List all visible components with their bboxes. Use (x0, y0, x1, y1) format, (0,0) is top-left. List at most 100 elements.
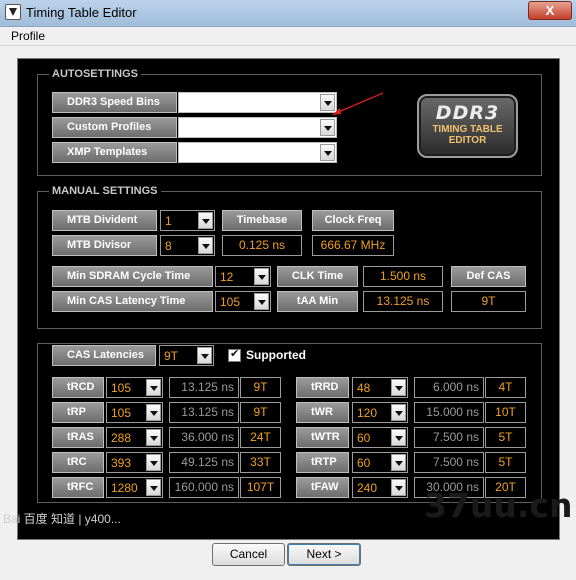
supported-checkbox[interactable] (228, 347, 241, 362)
chevron-down-icon[interactable] (146, 454, 161, 471)
def-cas-label: Def CAS (451, 266, 526, 287)
chevron-down-icon[interactable] (320, 119, 335, 136)
timing-ns: 7.500 ns (414, 427, 484, 448)
timing-t: 24T (240, 427, 281, 448)
timing-select[interactable]: 393 (106, 452, 163, 473)
timebase-label: Timebase (222, 210, 302, 231)
timing-select[interactable]: 48 (352, 377, 408, 398)
timing-t: 9T (240, 377, 281, 398)
chevron-down-icon[interactable] (146, 379, 161, 396)
supported-label: Supported (246, 348, 306, 362)
mtb-divisor-label: MTB Divisor (52, 235, 157, 256)
clk-time-value: 1.500 ns (363, 266, 443, 287)
ddr3-speed-bins-label: DDR3 Speed Bins (52, 92, 177, 113)
xmp-templates-select[interactable] (178, 142, 337, 163)
timing-t: 5T (485, 452, 526, 473)
cas-latencies-select[interactable]: 9T (159, 345, 214, 366)
chevron-down-icon[interactable] (391, 429, 406, 446)
timing-label: tWR (296, 402, 349, 423)
mtb-divident-select[interactable]: 1 (160, 210, 215, 231)
mtb-divisor-value: 8 (165, 239, 172, 253)
timing-select[interactable]: 120 (352, 402, 408, 423)
timing-label: tFAW (296, 477, 349, 498)
logo-line3: EDITOR (448, 135, 487, 146)
timing-ns: 13.125 ns (169, 402, 239, 423)
min-cas-latency-time-value: 105 (220, 295, 241, 309)
timing-t: 33T (240, 452, 281, 473)
timing-t: 9T (240, 402, 281, 423)
chevron-down-icon[interactable] (391, 379, 406, 396)
cancel-button[interactable]: Cancel (212, 543, 285, 566)
timing-value: 393 (111, 456, 132, 470)
app-icon (5, 4, 21, 20)
timing-label: tRFC (52, 477, 104, 498)
timing-value: 48 (357, 381, 371, 395)
timing-label: tRCD (52, 377, 104, 398)
autosettings-title: AUTOSETTINGS (49, 68, 141, 80)
custom-profiles-select[interactable] (178, 117, 337, 138)
red-arrow-annotation (332, 92, 384, 115)
timing-label: tRRD (296, 377, 349, 398)
close-button[interactable]: X (528, 1, 572, 20)
clk-time-label: CLK Time (277, 266, 358, 287)
timing-ns: 6.000 ns (414, 377, 484, 398)
title-bar: Timing Table Editor X (0, 0, 576, 27)
xmp-templates-label: XMP Templates (52, 142, 177, 163)
timing-value: 105 (111, 381, 132, 395)
mtb-divident-value: 1 (165, 214, 172, 228)
chevron-down-icon[interactable] (391, 454, 406, 471)
chevron-down-icon[interactable] (198, 212, 213, 229)
timing-ns: 36.000 ns (169, 427, 239, 448)
min-cas-latency-time-select[interactable]: 105 (215, 291, 271, 312)
timing-ns: 7.500 ns (414, 452, 484, 473)
watermark-37uu: 37uu.cn (424, 486, 573, 525)
timing-select[interactable]: 60 (352, 427, 408, 448)
timing-select[interactable]: 60 (352, 452, 408, 473)
next-button[interactable]: Next > (287, 543, 361, 566)
timing-select[interactable]: 288 (106, 427, 163, 448)
min-sdram-cycle-time-select[interactable]: 12 (215, 266, 271, 287)
timing-value: 120 (357, 406, 378, 420)
chevron-down-icon[interactable] (146, 479, 161, 496)
timing-label: tRAS (52, 427, 104, 448)
timing-value: 240 (357, 481, 378, 495)
timing-t: 4T (485, 377, 526, 398)
chevron-down-icon[interactable] (254, 293, 269, 310)
chevron-down-icon[interactable] (254, 268, 269, 285)
timing-t: 10T (485, 402, 526, 423)
timing-select[interactable]: 105 (106, 402, 163, 423)
timing-select[interactable]: 105 (106, 377, 163, 398)
timing-label: tRP (52, 402, 104, 423)
timing-label: tWTR (296, 427, 349, 448)
menu-profile[interactable]: Profile (11, 29, 45, 43)
timing-t: 5T (485, 427, 526, 448)
logo-line2: TIMING TABLE (432, 124, 503, 135)
editor-panel: AUTOSETTINGS DDR3 Speed Bins Custom Prof… (17, 58, 560, 540)
manual-settings-title: MANUAL SETTINGS (49, 185, 161, 197)
chevron-down-icon[interactable] (391, 404, 406, 421)
timing-value: 105 (111, 406, 132, 420)
logo-ddr3-text: DDR3 (435, 102, 500, 124)
timing-ns: 49.125 ns (169, 452, 239, 473)
clock-freq-value: 666.67 MHz (312, 235, 394, 256)
min-cas-latency-time-label: Min CAS Latency Time (52, 291, 213, 312)
timing-select[interactable]: 240 (352, 477, 408, 498)
timing-label: tRTP (296, 452, 349, 473)
menu-bar: Profile (0, 27, 576, 46)
chevron-down-icon[interactable] (320, 144, 335, 161)
chevron-down-icon[interactable] (146, 404, 161, 421)
chevron-down-icon[interactable] (198, 237, 213, 254)
timing-label: tRC (52, 452, 104, 473)
timing-value: 1280 (111, 481, 138, 495)
def-cas-value: 9T (451, 291, 526, 312)
chevron-down-icon[interactable] (391, 479, 406, 496)
clock-freq-label: Clock Freq (312, 210, 394, 231)
mtb-divisor-select[interactable]: 8 (160, 235, 215, 256)
mtb-divident-label: MTB Divident (52, 210, 157, 231)
timing-select[interactable]: 1280 (106, 477, 163, 498)
ddr3-speed-bins-select[interactable] (178, 92, 337, 113)
chevron-down-icon[interactable] (146, 429, 161, 446)
timing-ns: 15.000 ns (414, 402, 484, 423)
chevron-down-icon[interactable] (197, 347, 212, 364)
timing-value: 60 (357, 456, 371, 470)
